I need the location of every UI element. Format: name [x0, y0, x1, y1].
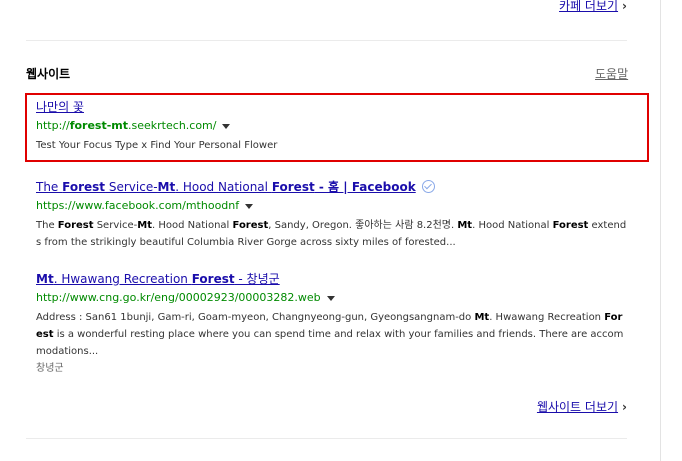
result-description: Test Your Focus Type x Find Your Persona…: [36, 140, 278, 151]
result-title-link[interactable]: Mt. Hwawang Recreation Forest - 창녕군: [36, 271, 628, 287]
title-part-bold: Forest: [62, 180, 106, 194]
search-result: The Forest Service-Mt. Hood National For…: [36, 176, 628, 251]
url-part: http://: [36, 119, 70, 132]
section-title: 웹사이트: [26, 67, 71, 81]
caret-down-icon[interactable]: [326, 295, 335, 301]
caret-down-icon[interactable]: [222, 123, 231, 129]
cafe-more-label[interactable]: 카페 더보기: [559, 0, 618, 13]
result-url[interactable]: http://forest-mt.seekrtech.com/: [36, 118, 628, 134]
caret-down-icon[interactable]: [245, 203, 254, 209]
result-url[interactable]: https://www.facebook.com/mthoodnf: [36, 198, 628, 214]
url-text: http://www.cng.go.kr/eng/00002923/000032…: [36, 291, 321, 304]
title-part: . Hwawang Recreation: [53, 272, 192, 286]
title-part-bold: Forest: [271, 180, 315, 194]
section-divider: [26, 438, 627, 439]
url-part-bold: forest-mt: [69, 119, 129, 132]
title-part: - 창녕군: [234, 272, 280, 286]
website-more-label[interactable]: 웹사이트 더보기: [537, 400, 618, 414]
url-text: https://www.facebook.com/mthoodnf: [36, 199, 240, 212]
title-part: . Hood National: [175, 180, 272, 194]
website-more-link[interactable]: 웹사이트 더보기 ›: [537, 398, 627, 415]
help-link[interactable]: 도움말: [595, 65, 628, 82]
chevron-right-icon: ›: [622, 0, 627, 13]
section-divider: [26, 40, 627, 41]
title-part-bold: - 홈 | Facebook: [314, 180, 416, 194]
result-url[interactable]: http://www.cng.go.kr/eng/00002923/000032…: [36, 290, 628, 306]
result-description: Address : San61 1bunji, Gam-ri, Goam-mye…: [36, 312, 624, 357]
search-result: Mt. Hwawang Recreation Forest - 창녕군 http…: [36, 271, 628, 377]
chevron-right-icon: ›: [622, 400, 627, 414]
title-part-bold: Forest: [191, 272, 235, 286]
result-title-row: The Forest Service-Mt. Hood National For…: [36, 176, 628, 195]
result-source: 창녕군: [36, 363, 64, 374]
cafe-more-link[interactable]: 카페 더보기 ›: [559, 0, 627, 14]
title-part: The: [36, 180, 63, 194]
search-result: 나만의 꽃 http://forest-mt.seekrtech.com/ Te…: [36, 99, 628, 154]
result-title-link[interactable]: 나만의 꽃: [36, 99, 628, 115]
url-part: .seekrtech.com/: [128, 119, 217, 132]
verified-check-icon: [421, 180, 435, 193]
result-title-link[interactable]: The Forest Service-Mt. Hood National For…: [36, 180, 416, 194]
right-panel-border: [660, 0, 661, 461]
title-part-bold: Mt: [157, 180, 176, 194]
title-part: Service-: [105, 180, 158, 194]
title-part-bold: Mt: [36, 272, 54, 286]
result-description: The Forest Service-Mt. Hood National For…: [36, 220, 627, 248]
